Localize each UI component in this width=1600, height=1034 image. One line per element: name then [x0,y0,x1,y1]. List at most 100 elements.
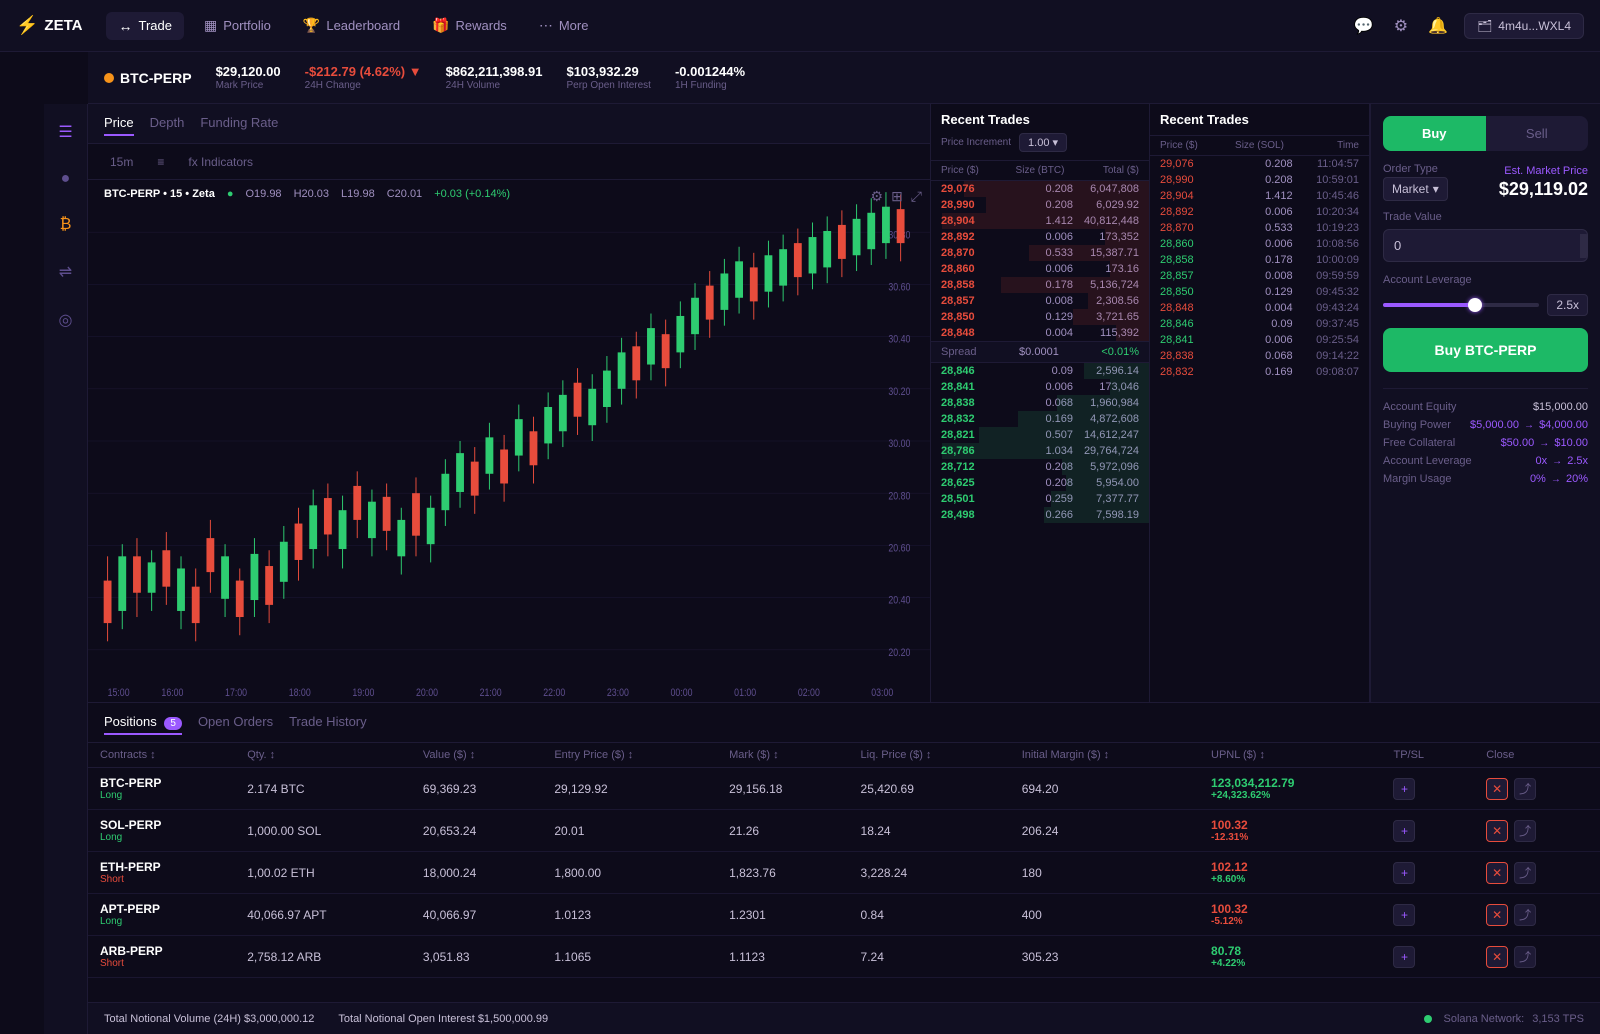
col-size: Size (BTC) [1007,165,1073,176]
nav-rewards[interactable]: 🎁 Rewards [420,11,519,40]
logo-icon: ⚡ [16,15,38,36]
positions-count-badge: 5 [164,717,182,730]
eth-close-btn[interactable]: ✕ [1486,862,1508,884]
timeframe-btn[interactable]: 15m [104,152,139,172]
settings-icon[interactable]: ⚙ [1390,12,1412,40]
ob-row-sell-3[interactable]: 28,9041.41240,812,448 [931,213,1149,229]
order-type-select[interactable]: Market ▾ [1383,177,1448,201]
ob-row-sell-10[interactable]: 28,8480.004115,392 [931,325,1149,341]
sol-close-btn[interactable]: ✕ [1486,820,1508,842]
chart-grid-icon[interactable]: ⊞ [891,188,903,205]
open-orders-tab-label: Open Orders [198,714,273,729]
content-area: BTC-PERP $29,120.00 Mark Price -$212.79 … [88,52,1600,1034]
ob-row-buy-8[interactable]: 28,6250.2085,954.00 [931,475,1149,491]
apt-liq: 0.84 [849,894,1010,936]
svg-text:17:00: 17:00 [225,687,247,699]
svg-text:21:00: 21:00 [480,687,502,699]
nav-leaderboard[interactable]: 🏆 Leaderboard [291,11,412,40]
chart-gear-icon[interactable]: ⚙ [871,188,884,205]
ob-row-buy-3[interactable]: 28,8380.0681,960,984 [931,395,1149,411]
sell-orders: 29,0760.2086,047,808 28,9900.2086,029.92… [931,181,1149,702]
ob-row-buy-10[interactable]: 28,4980.2667,598.19 [931,507,1149,523]
buy-button[interactable]: Buy [1383,116,1486,151]
tab-funding-rate[interactable]: Funding Rate [200,111,278,136]
spread-row: Spread $0.0001 <0.01% [931,341,1149,363]
account-button[interactable]: 🗂 4m4u...WXL4 [1464,13,1584,39]
btc-share-btn[interactable]: ⤴ [1514,778,1536,800]
arb-share-btn[interactable]: ⤴ [1514,946,1536,968]
sol-add-tpsl[interactable]: + [1393,820,1415,842]
buy-perp-button[interactable]: Buy BTC-PERP [1383,328,1588,372]
apt-close-btn[interactable]: ✕ [1486,904,1508,926]
rt-col-price: Price ($) [1160,140,1226,151]
arb-add-tpsl[interactable]: + [1393,946,1415,968]
sidebar-menu-icon[interactable]: ☰ [52,116,78,148]
leverage-slider[interactable] [1383,303,1539,307]
account-equity-value: $15,000.00 [1533,401,1588,413]
ob-row-sell-6[interactable]: 28,8600.006173.16 [931,261,1149,277]
recent-trades-header: Recent Trades [1150,104,1369,136]
tab-positions[interactable]: Positions 5 [104,710,182,735]
nav-portfolio-label: Portfolio [223,18,271,33]
nav-portfolio[interactable]: ▦ Portfolio [192,11,283,40]
svg-text:02:00: 02:00 [798,687,820,699]
eth-share-btn[interactable]: ⤴ [1514,862,1536,884]
sidebar-trade-icon[interactable]: ⇌ [53,256,78,288]
sidebar-crypto-icon[interactable]: ● [55,164,77,194]
price-increment-select[interactable]: 1.00 ▾ [1019,133,1067,152]
ob-row-sell-8[interactable]: 28,8570.0082,308.56 [931,293,1149,309]
btc-currency-btn[interactable]: BTC [1580,234,1588,258]
ticker-oi: $103,932.29 Perp Open Interest [566,64,651,91]
ob-row-buy-9[interactable]: 28,5010.2597,377.77 [931,491,1149,507]
nav-more[interactable]: ⋯ More [527,11,601,40]
btc-close: ✕ ⤴ [1474,768,1600,810]
apt-add-tpsl[interactable]: + [1393,904,1415,926]
ob-row-buy-5[interactable]: 28,8210.50714,612,247 [931,427,1149,443]
arb-value: 3,051.83 [411,936,542,978]
ob-row-sell-2[interactable]: 28,9900.2086,029.92 [931,197,1149,213]
recent-trades-panel: Recent Trades Price ($) Size (SOL) Time … [1150,104,1370,702]
btc-close-btn[interactable]: ✕ [1486,778,1508,800]
trade-history-tab-label: Trade History [289,714,367,729]
sell-button[interactable]: Sell [1486,116,1589,151]
bell-icon[interactable]: 🔔 [1424,12,1452,40]
ob-row-sell-4[interactable]: 28,8920.006173,352 [931,229,1149,245]
sidebar-user-icon[interactable]: ◎ [53,304,79,336]
ob-row-buy-4[interactable]: 28,8320.1694,872,608 [931,411,1149,427]
leverage-slider-row: 2.5x [1383,294,1588,316]
est-price-label: Est. Market Price [1504,165,1588,177]
buying-power-from: $5,000.00 [1470,419,1519,431]
arb-tpsl: + [1381,936,1474,978]
tab-open-orders[interactable]: Open Orders [198,710,273,735]
eth-margin: 180 [1010,852,1199,894]
ob-row-buy-7[interactable]: 28,7120.2085,972,096 [931,459,1149,475]
nav-trade[interactable]: ↔ Trade [106,12,183,40]
ob-row-buy-2[interactable]: 28,8410.006173,046 [931,379,1149,395]
ob-row-sell-5[interactable]: 28,8700.53315,387.71 [931,245,1149,261]
discord-icon[interactable]: 💬 [1350,12,1378,40]
leaderboard-icon: 🏆 [303,17,320,34]
eth-add-tpsl[interactable]: + [1393,862,1415,884]
middle-section: Price Depth Funding Rate 15m ≡ fx Indica… [88,104,1600,702]
tab-trade-history[interactable]: Trade History [289,710,367,735]
svg-text:19:00: 19:00 [352,687,374,699]
btc-add-tpsl[interactable]: + [1393,778,1415,800]
indicators-btn[interactable]: fx Indicators [182,152,259,172]
arb-contract: ARB-PERPShort [88,936,235,978]
chart-fullscreen-icon[interactable]: ⤢ [911,188,922,205]
ob-row-buy-1[interactable]: 28,8460.092,596.14 [931,363,1149,379]
sol-share-btn[interactable]: ⤴ [1514,820,1536,842]
tab-price[interactable]: Price [104,111,134,136]
tab-depth[interactable]: Depth [150,111,185,136]
sidebar-btc-icon[interactable]: ₿ [54,210,78,240]
ob-row-buy-6[interactable]: 28,7861.03429,764,724 [931,443,1149,459]
apt-share-btn[interactable]: ⤴ [1514,904,1536,926]
ob-row-sell-9[interactable]: 28,8500.1293,721.65 [931,309,1149,325]
ob-row-sell-1[interactable]: 29,0760.2086,047,808 [931,181,1149,197]
arb-close-btn[interactable]: ✕ [1486,946,1508,968]
bar-type-btn[interactable]: ≡ [151,152,170,172]
trade-value-input[interactable] [1384,230,1580,261]
buying-power-value: $5,000.00 → $4,000.00 [1470,419,1588,431]
ob-row-sell-7[interactable]: 28,8580.1785,136,724 [931,277,1149,293]
svg-text:30.60: 30.60 [888,282,910,294]
